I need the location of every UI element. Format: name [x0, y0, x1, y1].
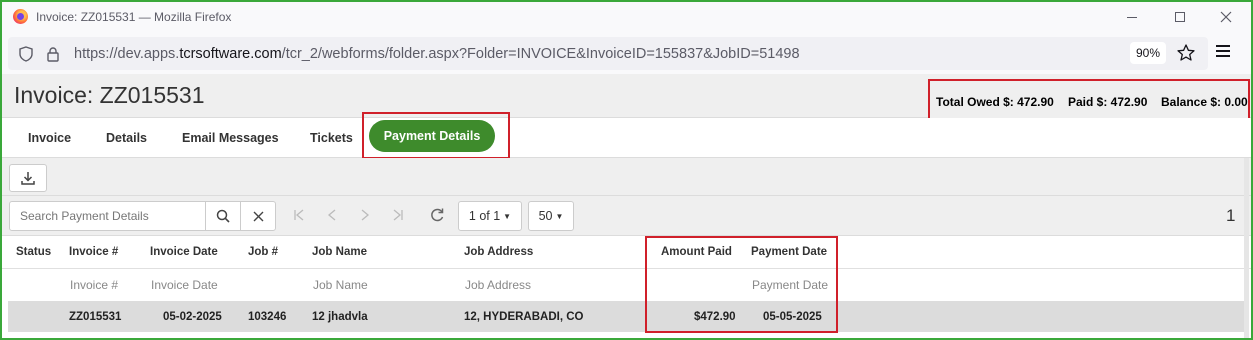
next-page-icon[interactable]	[358, 208, 372, 222]
refresh-icon[interactable]	[429, 207, 445, 223]
lock-icon[interactable]	[46, 46, 60, 62]
paid-amount: Paid $: 472.90	[1068, 95, 1148, 109]
grid-toolbar: 1 of 1▼ 50▼ 1	[2, 196, 1251, 236]
url-host: tcrsoftware.com	[179, 46, 282, 62]
tab-bar: Invoice Details Email Messages Tickets P…	[2, 112, 1251, 159]
menu-icon[interactable]	[1216, 45, 1230, 57]
chevron-down-icon: ▼	[503, 211, 512, 221]
tab-details[interactable]: Details	[106, 131, 147, 145]
maximize-button[interactable]	[1160, 6, 1200, 28]
previous-page-icon[interactable]	[325, 208, 339, 222]
browser-navigation-bar: https://dev.apps.tcrsoftware.com/tcr_2/w…	[2, 32, 1251, 74]
minimize-button[interactable]	[1112, 6, 1152, 28]
filter-invoice-no[interactable]: Invoice #	[70, 278, 118, 292]
cell-amount-paid: $472.90	[694, 311, 736, 323]
maximize-icon	[1175, 12, 1185, 22]
table-header: Status Invoice # Invoice Date Job # Job …	[2, 236, 1251, 269]
balance-amount: Balance $: 0.00	[1161, 95, 1248, 109]
filter-job-name[interactable]: Job Name	[313, 278, 368, 292]
close-icon	[1220, 11, 1232, 23]
total-owed: Total Owed $: 472.90	[936, 95, 1054, 109]
close-window-button[interactable]	[1206, 6, 1246, 28]
download-icon	[21, 172, 35, 185]
export-toolbar	[2, 158, 1251, 196]
download-button[interactable]	[9, 164, 47, 192]
tab-invoice[interactable]: Invoice	[28, 131, 71, 145]
url-text[interactable]: https://dev.apps.tcrsoftware.com/tcr_2/w…	[74, 46, 800, 62]
close-icon	[253, 211, 263, 221]
cell-invoice-date: 05-02-2025	[163, 311, 222, 323]
column-header-job-name[interactable]: Job Name	[312, 246, 367, 258]
column-header-invoice-date[interactable]: Invoice Date	[150, 246, 218, 258]
filter-payment-date[interactable]: Payment Date	[752, 278, 828, 292]
clear-search-button[interactable]	[240, 201, 276, 231]
tab-email-messages[interactable]: Email Messages	[182, 131, 279, 145]
cell-payment-date: 05-05-2025	[763, 311, 822, 323]
column-header-job-no[interactable]: Job #	[248, 246, 278, 258]
page-size-value: 50	[538, 209, 553, 223]
last-page-icon[interactable]	[391, 208, 405, 222]
url-prefix: https://dev.apps.	[74, 46, 180, 62]
search-input[interactable]	[9, 201, 206, 231]
window-title: Invoice: ZZ015531 — Mozilla Firefox	[36, 10, 232, 24]
filter-job-address[interactable]: Job Address	[465, 278, 531, 292]
app-content: Invoice: ZZ015531 Total Owed $: 472.90 P…	[2, 74, 1251, 338]
filter-row: Invoice # Invoice Date Job Name Job Addr…	[2, 269, 1251, 299]
column-header-invoice-no[interactable]: Invoice #	[69, 246, 118, 258]
filter-invoice-date[interactable]: Invoice Date	[151, 278, 218, 292]
page-select-value: 1 of 1	[468, 209, 501, 223]
cell-invoice-no: ZZ015531	[69, 311, 122, 323]
vertical-scrollbar[interactable]	[1244, 158, 1249, 338]
url-path: /tcr_2/webforms/folder.aspx?Folder=INVOI…	[281, 46, 800, 62]
totals-highlight: Total Owed $: 472.90 Paid $: 472.90 Bala…	[928, 79, 1250, 120]
bookmark-star-icon[interactable]	[1176, 43, 1196, 63]
cell-job-name: 12 jhadvla	[312, 311, 368, 323]
cell-job-address: 12, HYDERABADI, CO	[464, 311, 584, 323]
table-row[interactable]: ZZ015531 05-02-2025 103246 12 jhadvla 12…	[8, 301, 1248, 332]
address-bar[interactable]: https://dev.apps.tcrsoftware.com/tcr_2/w…	[8, 37, 1208, 70]
cell-job-no: 103246	[248, 311, 287, 323]
chevron-down-icon: ▼	[555, 211, 564, 221]
column-header-payment-date[interactable]: Payment Date	[751, 246, 827, 258]
search-button[interactable]	[205, 201, 241, 231]
invoice-header: Invoice: ZZ015531 Total Owed $: 472.90 P…	[2, 74, 1251, 120]
page-title: Invoice: ZZ015531	[14, 82, 205, 108]
column-header-job-address[interactable]: Job Address	[464, 246, 533, 258]
column-header-amount-paid[interactable]: Amount Paid	[661, 246, 732, 258]
search-icon	[216, 209, 230, 223]
page-size-select[interactable]: 50 ▼	[528, 201, 574, 231]
screenshot-frame: Invoice: ZZ015531 — Mozilla Firefox http…	[0, 0, 1253, 340]
zoom-level-button[interactable]: 90%	[1130, 42, 1167, 64]
minimize-icon	[1127, 16, 1137, 18]
column-header-status[interactable]: Status	[16, 246, 51, 258]
shield-icon[interactable]	[19, 46, 33, 62]
record-count: 1	[1226, 206, 1236, 225]
browser-title-bar: Invoice: ZZ015531 — Mozilla Firefox	[2, 2, 1251, 32]
firefox-logo-icon	[13, 9, 28, 24]
page-select[interactable]: 1 of 1 ▼	[458, 201, 522, 231]
first-page-icon[interactable]	[292, 208, 306, 222]
tab-payment-details[interactable]: Payment Details	[369, 120, 495, 152]
tab-tickets[interactable]: Tickets	[310, 131, 353, 145]
